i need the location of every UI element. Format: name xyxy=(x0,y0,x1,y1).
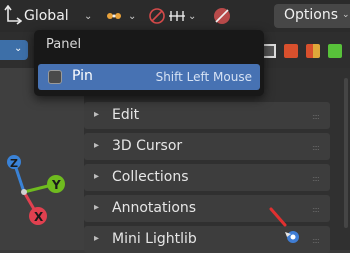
pin-checkbox[interactable] xyxy=(48,70,62,84)
panel-annotations[interactable]: ▸ Annotations :::: xyxy=(84,195,330,222)
drag-handle-icon[interactable]: :::: xyxy=(312,236,320,245)
panel-label: Collections xyxy=(112,169,189,185)
interaction-mode-dropdown[interactable]: ⌄ xyxy=(0,40,28,60)
viewport-shading-icon[interactable] xyxy=(262,44,276,58)
pin-menu-item[interactable]: Pin Shift Left Mouse xyxy=(38,64,260,90)
y-axis-label: Y xyxy=(51,178,61,192)
chevron-right-icon: ▸ xyxy=(94,202,100,213)
panel-edit[interactable]: ▸ Edit :::: xyxy=(84,102,330,129)
drag-handle-icon[interactable]: :::: xyxy=(312,205,320,214)
transform-orientation-icon[interactable] xyxy=(2,5,22,27)
rendered-shading-icon[interactable] xyxy=(306,44,320,58)
navigation-gizmo[interactable]: Z Y X xyxy=(0,144,80,234)
pin-shortcut: Shift Left Mouse xyxy=(155,70,252,84)
pin-label: Pin xyxy=(72,68,93,84)
overlay-icon[interactable] xyxy=(328,44,342,58)
pivot-point-icon[interactable] xyxy=(104,7,124,25)
proportional-editing-icon[interactable] xyxy=(212,7,232,25)
viewport-header: Global ⌄ ⌄ ⌄ Options ⌄ xyxy=(0,0,350,32)
drag-handle-icon[interactable]: :::: xyxy=(312,112,320,121)
snap-magnet-icon[interactable] xyxy=(148,7,166,25)
chevron-right-icon: ▸ xyxy=(94,109,100,120)
drag-handle-icon[interactable]: :::: xyxy=(312,174,320,183)
annotate-pencil-icon xyxy=(269,207,287,227)
chevron-down-icon[interactable]: ⌄ xyxy=(84,7,92,25)
z-axis-label: Z xyxy=(10,157,18,170)
options-dropdown[interactable]: Options ⌄ xyxy=(274,4,350,28)
snap-increment-icon[interactable] xyxy=(168,7,186,25)
transform-orientation-dropdown[interactable]: Global xyxy=(24,7,69,25)
blender-logo-icon xyxy=(285,231,299,243)
panel-label: Annotations xyxy=(112,200,197,216)
chevron-down-icon[interactable]: ⌄ xyxy=(188,7,196,25)
chevron-down-icon: ⌄ xyxy=(14,43,23,54)
chevron-right-icon: ▸ xyxy=(94,140,100,151)
panel-label: 3D Cursor xyxy=(112,138,183,154)
drag-handle-icon[interactable]: :::: xyxy=(312,143,320,152)
panel-label: Edit xyxy=(112,107,140,123)
chevron-right-icon: ▸ xyxy=(94,233,100,244)
sidebar-scrollbar[interactable] xyxy=(344,78,348,228)
options-label: Options xyxy=(284,7,339,23)
chevron-down-icon: ⌄ xyxy=(342,10,350,20)
material-preview-icon[interactable] xyxy=(284,44,298,58)
panel-label: Mini Lightlib xyxy=(112,231,197,247)
chevron-right-icon: ▸ xyxy=(94,171,100,182)
x-axis-label: X xyxy=(34,210,44,224)
panel-collections[interactable]: ▸ Collections :::: xyxy=(84,164,330,191)
panel-3d-cursor[interactable]: ▸ 3D Cursor :::: xyxy=(84,133,330,160)
panel-context-menu: Panel Pin Shift Left Mouse xyxy=(34,30,264,96)
chevron-down-icon[interactable]: ⌄ xyxy=(128,7,136,25)
menu-title: Panel xyxy=(46,37,82,52)
